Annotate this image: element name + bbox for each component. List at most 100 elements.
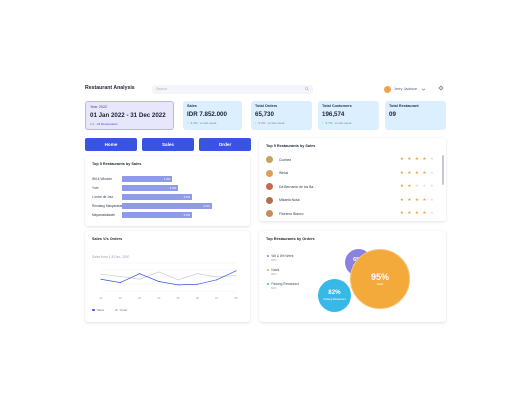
restaurant-name: Da Bernardo de los Ba... [279,184,317,189]
bar[interactable]: 2.5% [122,212,192,218]
sales-orders-card: Sales V/s Orders Sales from 1-8 Dec, 202… [85,231,250,322]
sales-card: Sales IDR 7.852.000 ↑ 2.1% vs last week [183,101,242,130]
bar-label: Mayamalakaseh [92,213,116,217]
data-point[interactable] [158,271,160,273]
kpi-sub: vs last week [267,121,285,125]
data-point[interactable] [177,279,179,281]
kpi-value: 65,730 [255,111,274,118]
data-point[interactable] [139,273,141,275]
bubble-label: Nasik [376,282,384,286]
legend-value: 65% [271,258,277,262]
rating-stars: ★ ★ ★ ★ ★ [400,184,434,189]
restaurant-avatar [266,196,273,204]
data-point[interactable] [216,276,218,278]
tab-sales[interactable]: Sales [142,138,194,151]
star-icon: ★ [414,196,419,202]
kpi-sub: vs last week [334,121,352,125]
star-icon: ★ [414,183,419,189]
bubble-nasik[interactable]: 95% Nasik [350,249,410,309]
bar[interactable]: 2.5% [122,194,192,200]
series-line-sales [100,270,237,286]
bubble-padang[interactable]: 82% Padang Restaurant [318,279,351,312]
star-icon: ★ [399,156,404,162]
search-input[interactable]: Search [152,85,313,94]
data-point[interactable] [119,282,121,284]
data-point[interactable] [100,278,102,280]
legend-swatch [267,268,270,272]
data-point[interactable] [216,279,218,281]
star-icon: ★ [407,183,412,189]
kpi-label: Total Restaurant [389,104,419,108]
star-icon: ★ [422,196,427,202]
legend-label: Order [119,308,128,312]
legend-sales: Sales [92,308,104,312]
restaurant-row[interactable]: Da Bernardo de los Ba... ★ ★ ★ ★ ★ [266,182,438,191]
series-line-order [100,271,237,281]
all-restaurants-link[interactable]: All Restaurants [97,122,118,126]
user-name: Jerry Jackson [394,87,418,91]
data-point[interactable] [235,270,237,272]
settings-icon[interactable] [438,85,444,91]
kpi-change: 2.1% [190,121,198,125]
kpi-label: Year 2022 [90,105,108,109]
avatar [384,85,391,93]
user-menu[interactable]: Jerry Jackson [384,84,444,94]
total-customers-card: Total Customers 196,574 ↑ 5.7% vs last wee… [318,101,379,130]
x-tick-label: 07 [215,296,219,300]
star-icon: ★ [399,196,404,202]
legend-value: 82% [271,286,277,290]
star-icon: ★ [407,210,412,216]
data-point[interactable] [235,274,237,276]
page-title: Restaurant Analysis [85,85,135,91]
legend-swatch [92,308,95,312]
card-title: Top Restaurants by Orders [266,237,315,241]
kpi-sub: vs last week [199,121,217,125]
scrollbar[interactable] [442,155,444,185]
data-point[interactable] [139,278,141,280]
star-icon: ★ [407,156,412,162]
star-icon: ★ [429,183,434,189]
bar-label: Wit & Wisdom [92,177,113,181]
x-tick-label: 06 [196,296,200,300]
restaurant-row[interactable]: Cuzinez ★ ★ ★ ★ ★ [266,155,438,164]
bar[interactable]: 2.0% [122,185,178,191]
tab-order[interactable]: Order [199,138,251,151]
star-icon: ★ [422,169,427,175]
sales-orders-chart: 01 02 03 04 05 06 07 08 [99,262,238,300]
restaurant-row[interactable]: Wessi ★ ★ ★ ★ ★ [266,169,438,178]
bar-label: Yum [92,186,99,190]
star-icon: ★ [399,210,404,216]
kpi-change: 5.7% [325,121,333,125]
bar-row: Yum 2.0% [92,185,178,191]
restaurant-row[interactable]: Filoremo Bianco ★ ★ ★ ★ ★ [266,209,438,218]
restaurant-name: Mikaela Nusa [279,198,300,202]
data-point[interactable] [177,284,179,286]
restaurant-row[interactable]: Mikaela Nusa ★ ★ ★ ★ ★ [266,196,438,205]
legend-swatch [267,254,270,258]
bar[interactable]: 3.2% [122,203,212,209]
star-icon: ★ [399,183,404,189]
x-tick-label: 05 [177,296,181,300]
bar-row: Mayamalakaseh 2.5% [92,212,192,218]
star-icon: ★ [414,156,419,162]
date-range-card[interactable]: Year 2022 01 Jan 2022 - 31 Dec 2022 For A… [85,101,174,130]
star-icon: ★ [429,210,434,216]
bar-label: L'ordre de Jour [92,195,114,199]
kpi-value: 196,574 [322,111,345,118]
star-icon: ★ [429,156,434,162]
bubble-value: 82% [328,289,341,297]
kpi-sub-prefix: For [90,122,95,126]
card-title: Sales V/s Orders [92,237,123,241]
kpi-value: 09 [389,111,396,118]
star-icon: ★ [422,156,427,162]
data-point[interactable] [100,273,102,275]
star-icon: ★ [429,196,434,202]
arrow-up-icon: ↑ [322,121,324,125]
data-point[interactable] [196,273,198,275]
data-point[interactable] [196,283,198,285]
bar[interactable]: 1.8% [122,176,173,182]
tab-home[interactable]: Home [85,138,137,151]
data-point[interactable] [158,280,160,282]
data-point[interactable] [119,275,121,277]
legend-swatch [115,308,118,312]
